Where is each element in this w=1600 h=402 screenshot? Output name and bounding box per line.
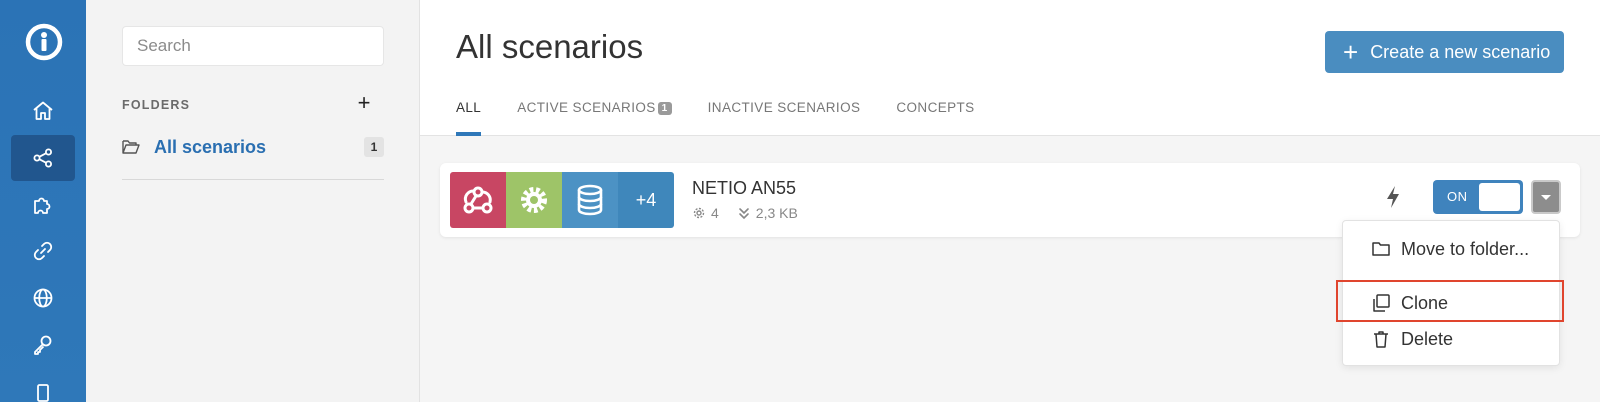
folder-open-icon <box>122 140 140 154</box>
scenario-meta: 4 2,3 KB <box>692 205 798 221</box>
trash-icon <box>1374 331 1388 348</box>
module-more-count: +4 <box>618 172 674 228</box>
link-icon <box>33 241 53 261</box>
tab-all[interactable]: ALL <box>456 100 482 136</box>
menu-item-label: Delete <box>1401 328 1454 349</box>
operations-count: 4 <box>711 205 719 221</box>
nav-scenarios[interactable] <box>11 135 75 181</box>
module-webhook <box>450 172 506 228</box>
logo-icon[interactable] <box>24 22 64 62</box>
tab-label: ACTIVE SCENARIOS <box>517 100 656 115</box>
caret-down-icon <box>1541 194 1551 200</box>
run-once-bolt-icon[interactable] <box>1385 185 1401 209</box>
operations-icon <box>693 207 705 219</box>
menu-item-delete[interactable]: Delete <box>1343 323 1559 355</box>
tab-count-badge: 1 <box>657 102 672 115</box>
datastore-icon <box>577 184 603 216</box>
folder-item-all-scenarios[interactable]: All scenarios 1 <box>122 134 384 160</box>
tab-inactive-scenarios[interactable]: INACTIVE SCENARIOS <box>708 100 861 136</box>
folder-panel: FOLDERS + All scenarios 1 <box>86 0 420 402</box>
webhook-icon <box>463 186 493 214</box>
nav-templates[interactable] <box>11 182 75 228</box>
scenario-tabs: ALL ACTIVE SCENARIOS 1 INACTIVE SCENARIOS… <box>456 100 1011 136</box>
tab-active-scenarios[interactable]: ACTIVE SCENARIOS 1 <box>517 100 672 136</box>
menu-item-label: Move to folder... <box>1401 238 1530 259</box>
menu-item-move-to-folder[interactable]: Move to folder... <box>1343 233 1559 265</box>
puzzle-icon <box>34 197 51 214</box>
data-size: 2,3 KB <box>755 205 798 221</box>
toggle-knob <box>1479 183 1520 211</box>
add-folder-button[interactable]: + <box>354 92 374 114</box>
nav-connections[interactable] <box>11 228 75 274</box>
search-input[interactable] <box>122 26 384 66</box>
folder-name: All scenarios <box>154 136 267 157</box>
share-icon <box>33 148 52 168</box>
module-datastore <box>562 172 618 228</box>
scenario-options-dropdown-button[interactable] <box>1531 180 1561 214</box>
clone-highlight-box <box>1336 280 1564 322</box>
tools-icon <box>521 187 547 213</box>
folders-heading: FOLDERS <box>122 98 191 112</box>
page-title: All scenarios <box>456 28 644 65</box>
toggle-state-label: ON <box>1447 189 1468 204</box>
module-tools <box>506 172 562 228</box>
divider <box>122 179 384 180</box>
scenario-modules: +4 <box>450 172 674 228</box>
nav-home[interactable] <box>11 88 75 134</box>
nav-webhooks[interactable] <box>11 275 75 321</box>
folder-count-badge: 1 <box>364 137 384 157</box>
globe-icon <box>33 288 53 308</box>
tab-label: ALL <box>456 100 482 115</box>
key-icon <box>34 335 52 355</box>
nav-devices[interactable] <box>11 368 75 402</box>
nav-keys[interactable] <box>11 321 75 367</box>
create-scenario-button[interactable]: + Create a new scenario <box>1325 31 1564 73</box>
tab-label: INACTIVE SCENARIOS <box>707 100 861 115</box>
plus-icon: + <box>1343 37 1359 67</box>
scenario-name[interactable]: NETIO AN55 <box>692 178 796 199</box>
folder-icon <box>1372 242 1390 256</box>
home-icon <box>33 101 53 120</box>
scheduling-toggle[interactable]: ON <box>1433 180 1523 214</box>
main-nav <box>0 0 86 402</box>
double-chevron-down-icon <box>738 208 749 220</box>
page-header: All scenarios + Create a new scenario AL… <box>420 0 1600 136</box>
tab-concepts[interactable]: CONCEPTS <box>896 100 974 136</box>
device-icon <box>37 384 49 402</box>
create-scenario-label: Create a new scenario <box>1370 41 1551 62</box>
tab-label: CONCEPTS <box>896 100 975 115</box>
